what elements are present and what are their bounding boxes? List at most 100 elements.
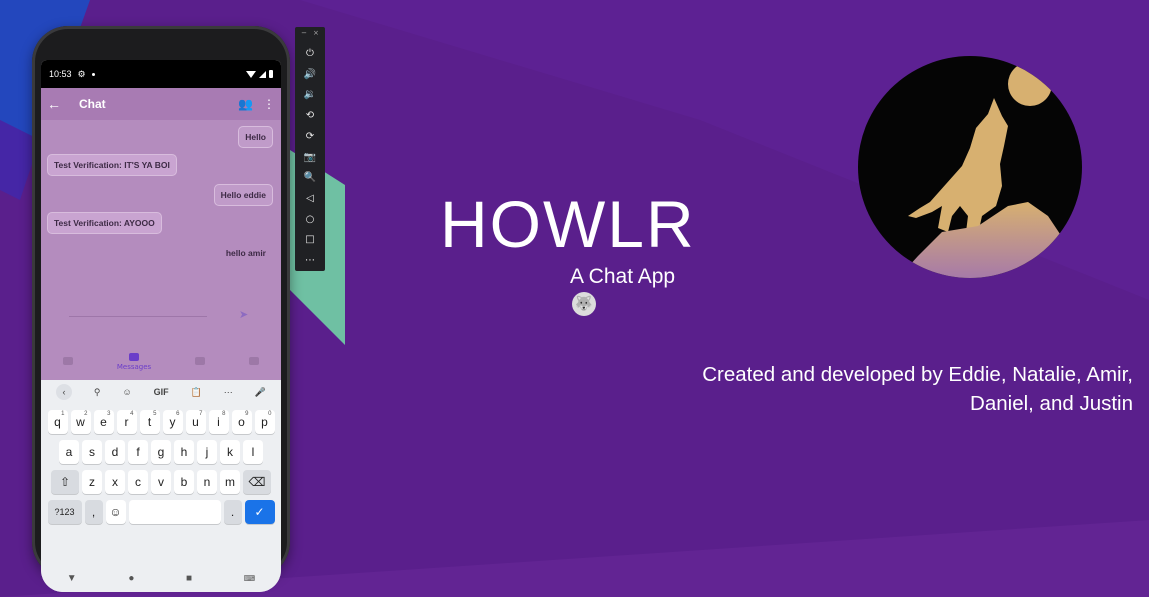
phone-screen: 10:53 ⚙ ← Chat 👥 ⋮ Hello Test Verificati…: [41, 60, 281, 592]
zoom-icon[interactable]: 🔍: [304, 167, 316, 188]
volume-down-icon[interactable]: 🔉: [304, 84, 316, 105]
message-input[interactable]: [69, 316, 207, 317]
gif-button[interactable]: GIF: [154, 387, 169, 397]
back-icon[interactable]: ◁: [306, 188, 314, 209]
home-icon[interactable]: ○: [306, 209, 315, 230]
key[interactable]: h: [174, 440, 194, 464]
key[interactable]: t5: [139, 410, 160, 434]
camera-icon[interactable]: 📷: [304, 147, 316, 168]
key-sup: 0: [268, 411, 272, 417]
close-icon[interactable]: ×: [313, 29, 319, 37]
send-icon[interactable]: ➤: [239, 308, 248, 321]
key-label: t: [147, 415, 152, 429]
more-icon[interactable]: ⋯: [305, 250, 315, 271]
symbols-key[interactable]: ?123: [47, 500, 82, 524]
key[interactable]: n: [197, 470, 217, 494]
nav-profile[interactable]: [249, 357, 259, 367]
settings-icon: ⚙: [77, 68, 86, 79]
key[interactable]: s: [82, 440, 102, 464]
key[interactable]: j: [197, 440, 217, 464]
key-label: q: [54, 415, 61, 429]
key[interactable]: b: [174, 470, 194, 494]
key-sup: 8: [222, 411, 226, 417]
comma-key[interactable]: ,: [84, 500, 103, 524]
home-circle-icon[interactable]: ●: [128, 573, 134, 584]
keyboard-row-4: ?123 , ☺ . ✓: [41, 500, 281, 524]
key[interactable]: o9: [231, 410, 252, 434]
key[interactable]: m: [220, 470, 240, 494]
page-title: Chat: [79, 97, 106, 111]
space-key[interactable]: [128, 500, 221, 524]
app-title: HOWLR: [440, 187, 696, 261]
notification-dot-icon: [91, 72, 95, 76]
period-key[interactable]: .: [223, 500, 242, 524]
chevron-left-icon[interactable]: ‹: [55, 384, 72, 400]
nav-home[interactable]: [62, 357, 73, 367]
more-horiz-icon[interactable]: ⋯: [224, 387, 233, 398]
key[interactable]: e3: [93, 410, 114, 434]
message-bubble: Test Verification: AYOOO: [47, 212, 162, 234]
key[interactable]: l: [243, 440, 263, 464]
keyboard-row-3: ⇧ z x c v b n m ⌫: [41, 470, 281, 494]
key[interactable]: d: [105, 440, 125, 464]
battery-icon: [269, 70, 273, 78]
home-icon: [62, 357, 73, 365]
sticker-icon[interactable]: ☺: [122, 387, 131, 397]
status-bar: 10:53 ⚙: [41, 60, 281, 88]
emoji-icon[interactable]: ☺: [105, 500, 126, 524]
done-check-icon[interactable]: ✓: [244, 500, 275, 524]
key-sup: 7: [199, 411, 203, 417]
signal-icon: [259, 70, 266, 78]
recents-square-icon[interactable]: ■: [186, 573, 192, 584]
key[interactable]: v: [151, 470, 171, 494]
key-label: e: [100, 415, 107, 429]
key[interactable]: u7: [185, 410, 206, 434]
back-triangle-icon[interactable]: ▼: [67, 573, 77, 584]
key[interactable]: r4: [116, 410, 137, 434]
howlr-logo: [858, 56, 1082, 278]
rotate-right-icon[interactable]: ⟳: [306, 126, 314, 147]
nav-messages[interactable]: Messages: [117, 353, 151, 371]
key[interactable]: g: [151, 440, 171, 464]
backspace-icon[interactable]: ⌫: [243, 470, 271, 494]
keyboard-icon[interactable]: ⌨: [244, 574, 256, 583]
add-people-icon[interactable]: 👥: [238, 97, 253, 111]
status-time: 10:53: [49, 69, 72, 79]
key[interactable]: c: [128, 470, 148, 494]
volume-up-icon[interactable]: 🔊: [304, 64, 316, 85]
power-icon[interactable]: ⏻: [306, 43, 314, 64]
credits-line-2: Daniel, and Justin: [970, 392, 1133, 415]
shift-icon[interactable]: ⇧: [51, 470, 79, 494]
chat-screen: ← Chat 👥 ⋮ Hello Test Verification: IT'S…: [41, 88, 281, 380]
rotate-left-icon[interactable]: ⟲: [306, 105, 314, 126]
chat-icon: [129, 353, 140, 361]
key[interactable]: w2: [70, 410, 91, 434]
key[interactable]: q1: [47, 410, 68, 434]
key[interactable]: f: [128, 440, 148, 464]
key[interactable]: z: [82, 470, 102, 494]
contacts-icon: [195, 357, 206, 365]
message-bubble: Test Verification: IT'S YA BOI: [47, 154, 177, 176]
mic-icon[interactable]: 🎤: [255, 387, 266, 398]
nav-contacts[interactable]: [195, 357, 206, 367]
system-nav-bar: ▼ ● ■ ⌨: [41, 564, 281, 592]
key-sup: 9: [245, 411, 249, 417]
more-vert-icon[interactable]: ⋮: [263, 97, 275, 111]
bottom-nav: Messages: [41, 344, 281, 380]
key[interactable]: y6: [162, 410, 183, 434]
key[interactable]: p0: [254, 410, 275, 434]
key[interactable]: k: [220, 440, 240, 464]
minimize-icon[interactable]: −: [301, 29, 307, 37]
keyboard-row-1: q1 w2 e3 r4 t5 y6 u7 i8 o9 p0: [41, 410, 281, 434]
key[interactable]: i8: [208, 410, 229, 434]
profile-icon: [249, 357, 259, 365]
key[interactable]: a: [59, 440, 79, 464]
key[interactable]: x: [105, 470, 125, 494]
arrow-left-icon[interactable]: ←: [47, 96, 69, 112]
clipboard-icon[interactable]: 📋: [191, 387, 202, 398]
search-icon[interactable]: ⚲: [94, 387, 101, 398]
key-label: w: [76, 415, 85, 429]
key-sup: 4: [130, 411, 134, 417]
overview-icon[interactable]: □: [305, 230, 314, 251]
on-screen-keyboard: ‹ ⚲ ☺ GIF 📋 ⋯ 🎤 q1 w2 e3 r4 t5 y6 u7 i8 …: [41, 380, 281, 592]
